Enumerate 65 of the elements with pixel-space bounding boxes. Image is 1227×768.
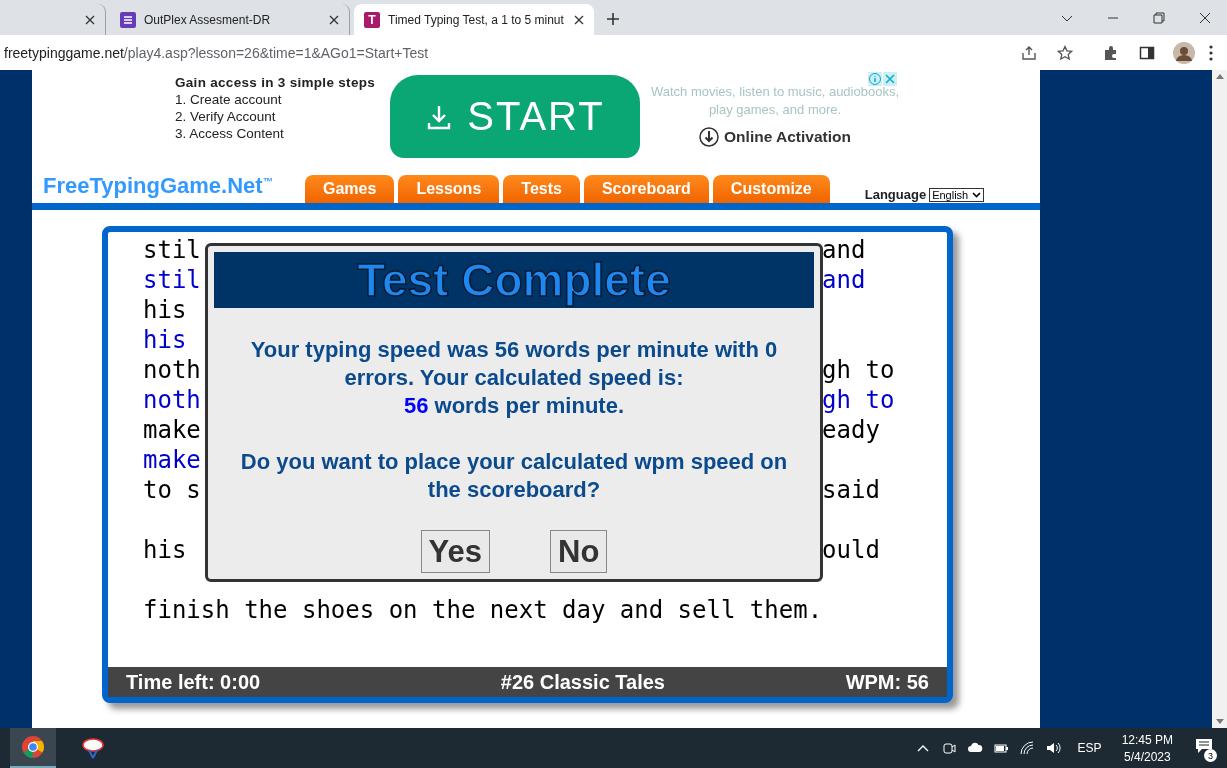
passage-text: make xyxy=(143,446,201,474)
ad-text: Watch movies, listen to music, audiobooks, play games, and more. xyxy=(649,83,901,119)
sidebar-icon[interactable] xyxy=(1139,44,1155,61)
dialog-button[interactable]: Yes xyxy=(420,530,491,573)
passage-text: his xyxy=(143,326,187,354)
passage-text: to s xyxy=(143,476,201,504)
star-icon[interactable] xyxy=(1057,44,1073,61)
tab-title: OutPlex Assesment-DR xyxy=(144,12,272,27)
activation-link[interactable]: Online Activation xyxy=(699,127,851,147)
ad-step: 3. Access Content xyxy=(175,126,390,141)
dialog-title: Test Complete xyxy=(357,253,671,307)
passage-text: noth xyxy=(143,386,201,414)
ad-heading: Gain access in 3 simple steps xyxy=(175,75,377,90)
wifi-icon[interactable] xyxy=(1018,740,1035,756)
favicon-icon: T xyxy=(364,11,380,28)
passage-text: and xyxy=(822,265,866,295)
close-icon[interactable] xyxy=(85,14,95,25)
passage-text: stil xyxy=(143,266,201,294)
speaker-icon[interactable] xyxy=(1044,740,1061,756)
browser-tab[interactable]: T Timed Typing Test, a 1 to 5 minut xyxy=(354,4,594,35)
clock[interactable]: 12:45 PM 5/4/2023 xyxy=(1121,732,1173,764)
caret-icon xyxy=(972,192,982,198)
passage-text: and xyxy=(822,235,866,265)
notification-count: 3 xyxy=(1204,749,1217,762)
time-left: Time left: 0:00 xyxy=(126,670,261,694)
passage-text: noth xyxy=(143,356,201,384)
passage-text: gh to xyxy=(822,385,895,415)
passage-text: stil xyxy=(143,236,201,264)
passage-text: his xyxy=(143,296,187,324)
new-tab-icon[interactable] xyxy=(606,12,620,26)
scrollbar[interactable] xyxy=(1212,70,1227,728)
close-icon[interactable] xyxy=(574,14,584,25)
browser-icon xyxy=(21,735,45,759)
tab-title: Timed Typing Test, a 1 to 5 minut xyxy=(388,12,565,27)
camera-icon[interactable] xyxy=(940,740,957,756)
ad-step: 1. Create account xyxy=(175,92,390,107)
menu-icon[interactable] xyxy=(1209,44,1213,61)
passage-text: his xyxy=(143,536,187,564)
share-icon[interactable] xyxy=(1021,44,1037,61)
form-icon xyxy=(120,11,136,28)
passage-text: eady xyxy=(822,415,880,445)
close-icon[interactable] xyxy=(329,14,339,25)
passage-text: gh to xyxy=(822,355,895,385)
language-label: Language xyxy=(864,187,927,202)
ad-step: 2. Verify Account xyxy=(175,109,390,124)
download-icon xyxy=(699,127,720,147)
passage-text: said xyxy=(822,475,880,505)
puzzle-icon[interactable] xyxy=(1103,44,1119,61)
close-icon[interactable] xyxy=(1199,11,1211,24)
scroll-down-icon[interactable] xyxy=(1215,719,1224,724)
restore-icon[interactable] xyxy=(1153,11,1165,24)
passage-text: make xyxy=(143,416,201,444)
scissors-icon xyxy=(81,736,105,760)
passage-text: finish the shoes on the next day and sell them. xyxy=(143,596,823,624)
avatar-icon[interactable] xyxy=(1173,41,1195,64)
lesson-title: #26 Classic Tales xyxy=(500,670,665,694)
input-language[interactable]: ESP xyxy=(1077,741,1102,755)
scoreboard-question: Do you want to place your calculated wpm speed on the scoreboard? xyxy=(239,448,789,504)
dialog-button[interactable]: No xyxy=(550,530,608,573)
language-select[interactable]: English xyxy=(929,188,985,202)
notification-icon[interactable] xyxy=(1195,738,1213,754)
passage-text: ould xyxy=(822,535,880,565)
scroll-up-icon[interactable] xyxy=(1215,74,1224,79)
result-message: Your typing speed was 56 words per minute with 0 errors. Your calculated speed is: 56 words per minute. xyxy=(249,336,779,420)
wpm-readout: WPM: 56 xyxy=(845,670,929,694)
